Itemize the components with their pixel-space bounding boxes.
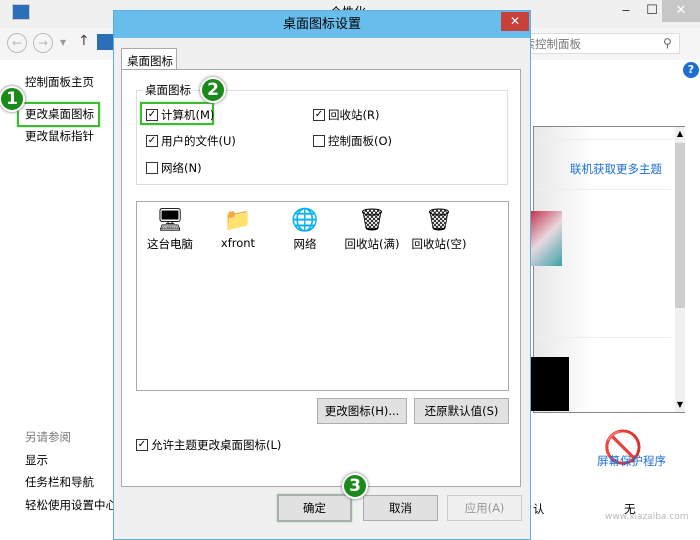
scroll-up-icon[interactable]: ▲ — [675, 129, 685, 138]
icon-label: 回收站(满) — [344, 237, 400, 251]
cancel-button[interactable]: 取消 — [363, 495, 438, 521]
checkbox-label: 允许主题更改桌面图标(L) — [151, 438, 282, 452]
icon-item-this-pc[interactable]: 🖥 这台电脑 — [140, 206, 200, 252]
checkbox-network[interactable]: 网络(N) — [146, 160, 202, 176]
tab-desktop-icons[interactable]: 桌面图标 — [121, 48, 177, 70]
checkbox-recycle-bin[interactable]: ✓ 回收站(R) — [313, 107, 379, 123]
sidebar-item-mouse-pointer[interactable]: 更改鼠标指针 — [25, 128, 94, 144]
checkbox-checked[interactable]: ✓ — [146, 109, 158, 121]
online-themes-link[interactable]: 联机获取更多主题 — [570, 161, 662, 177]
recycle-bin-empty-icon: 🗑 — [425, 208, 453, 233]
icon-label: xfront — [220, 236, 256, 250]
forward-button[interactable]: → — [33, 33, 53, 53]
checkbox-control-panel[interactable]: 控制面板(O) — [313, 133, 392, 149]
scroll-down-icon[interactable]: ▼ — [675, 400, 685, 409]
desktop-icon-settings-dialog: 桌面图标设置 ✕ 桌面图标 桌面图标 ✓ 计算机(M) ✓ 回收站(R) ✓ 用户的文… — [113, 10, 531, 540]
change-icon-button[interactable]: 更改图标(H)... — [317, 398, 407, 424]
icon-label: 回收站(空) — [411, 237, 467, 251]
search-input[interactable]: 搜索控制面板 — [505, 33, 680, 54]
close-button[interactable]: ✕ — [662, 0, 700, 22]
up-button[interactable]: ↑ — [78, 33, 90, 49]
sidebar-item-home[interactable]: 控制面板主页 — [25, 74, 94, 90]
icon-item-recycle-empty[interactable]: 🗑 回收站(空) — [409, 206, 469, 252]
theme-thumbnail-black — [526, 357, 569, 411]
checkbox-label: 回收站(R) — [328, 108, 380, 122]
checkbox-label: 网络(N) — [161, 161, 202, 175]
dialog-close-button[interactable]: ✕ — [501, 12, 529, 31]
scroll-thumb[interactable] — [675, 143, 685, 308]
step-badge-1: 1 — [0, 86, 25, 112]
theme-list: 联机获取更多主题 ▲ ▼ — [526, 126, 685, 413]
restore-default-button[interactable]: 还原默认值(S) — [414, 398, 509, 424]
recent-dropdown[interactable]: ▾ — [60, 35, 66, 49]
checkbox-user-files[interactable]: ✓ 用户的文件(U) — [146, 133, 236, 149]
sidebar-item-change-desktop-icons[interactable]: 更改桌面图标 — [25, 106, 94, 122]
step-badge-2: 2 — [200, 77, 226, 103]
group-label: 桌面图标 — [142, 82, 194, 98]
checkbox-label: 控制面板(O) — [328, 134, 393, 148]
step-badge-3: 3 — [342, 473, 368, 499]
network-icon: 🌐 — [291, 208, 319, 233]
recycle-bin-full-icon: 🗑 — [358, 208, 386, 233]
tab-panel: 桌面图标 ✓ 计算机(M) ✓ 回收站(R) ✓ 用户的文件(U) 控制面板(O) 网… — [121, 69, 521, 487]
icon-item-recycle-full[interactable]: 🗑 回收站(满) — [342, 206, 402, 252]
address-icon — [97, 34, 113, 50]
help-icon[interactable]: ? — [683, 62, 699, 78]
see-also-display[interactable]: 显示 — [25, 452, 48, 468]
apply-button[interactable]: 应用(A) — [447, 495, 522, 521]
checkbox-unchecked[interactable] — [146, 162, 158, 174]
see-also-taskbar[interactable]: 任务栏和导航 — [25, 474, 94, 490]
checkbox-label: 用户的文件(U) — [161, 134, 236, 148]
checkbox-computer[interactable]: ✓ 计算机(M) — [146, 107, 214, 123]
screensaver-link[interactable]: 屏幕保护程序 — [597, 453, 666, 469]
computer-icon: 🖥 — [156, 208, 184, 233]
checkbox-checked[interactable]: ✓ — [146, 135, 158, 147]
checkbox-label: 计算机(M) — [161, 108, 215, 122]
checkbox-checked[interactable]: ✓ — [136, 439, 148, 451]
partial-label: 认 — [533, 502, 545, 516]
divider — [534, 189, 671, 190]
icon-label: 这台电脑 — [147, 237, 193, 251]
user-folder-icon: 📁 — [224, 208, 252, 233]
checkbox-allow-themes[interactable]: ✓ 允许主题更改桌面图标(L) — [136, 437, 281, 453]
back-button[interactable]: ← — [7, 33, 27, 53]
control-panel-icon — [12, 4, 30, 20]
checkbox-checked[interactable]: ✓ — [313, 109, 325, 121]
icon-item-network[interactable]: 🌐 网络 — [275, 206, 335, 252]
icon-label: 网络 — [293, 237, 317, 251]
scrollbar[interactable]: ▲ ▼ — [675, 127, 685, 412]
search-icon: ⚲ — [663, 36, 672, 50]
dialog-title: 桌面图标设置 — [114, 11, 530, 38]
see-also-heading: 另请参阅 — [25, 430, 71, 444]
theme-thumbnail — [526, 211, 562, 266]
icon-list: 🖥 这台电脑 📁 xfront 🌐 网络 🗑 回收站(满) 🗑 回收站(空) — [136, 201, 509, 391]
checkbox-unchecked[interactable] — [313, 135, 325, 147]
watermark: www.xiazaiba.com — [605, 512, 689, 522]
see-also-ease-of-access[interactable]: 轻松使用设置中心 — [25, 497, 117, 513]
icon-item-user-folder[interactable]: 📁 xfront — [208, 206, 268, 250]
divider — [534, 139, 671, 140]
ok-button[interactable]: 确定 — [277, 494, 352, 522]
divider — [534, 337, 671, 338]
